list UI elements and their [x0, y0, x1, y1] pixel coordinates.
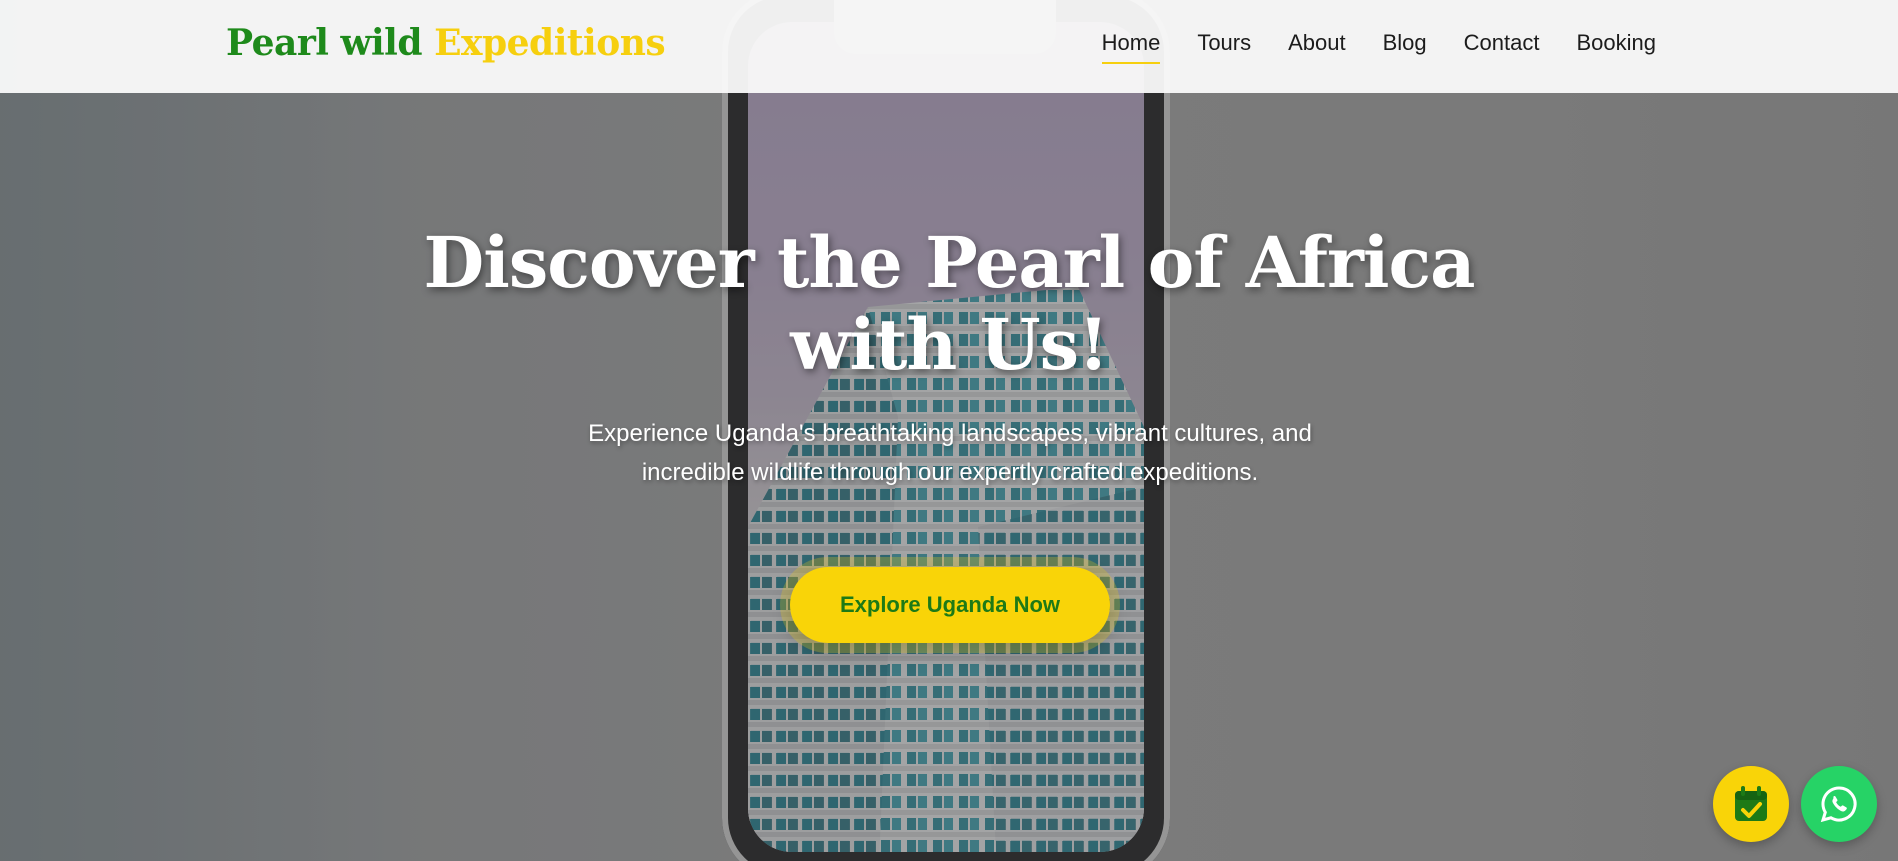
site-header: Pearl wild Expeditions Home Tours About … [0, 0, 1898, 93]
explore-uganda-button[interactable]: Explore Uganda Now [790, 567, 1110, 643]
whatsapp-icon [1820, 786, 1857, 823]
site-logo[interactable]: Pearl wild Expeditions [226, 22, 666, 64]
booking-floating-button[interactable] [1713, 766, 1789, 842]
calendar-check-icon [1735, 786, 1767, 821]
nav-about[interactable]: About [1288, 30, 1346, 64]
hero-title-line2: with Us! [790, 303, 1109, 386]
main-nav: Home Tours About Blog Contact Booking [1065, 30, 1656, 64]
hero-title: Discover the Pearl of Africa with Us! [0, 222, 1898, 386]
nav-blog[interactable]: Blog [1383, 30, 1427, 64]
logo-text-part2: Expeditions [434, 22, 666, 64]
nav-home[interactable]: Home [1101, 30, 1161, 64]
hero-title-line1: Discover the Pearl of Africa [423, 221, 1476, 304]
hero-subtitle: Experience Uganda's breathtaking landsca… [588, 420, 1312, 486]
nav-tours[interactable]: Tours [1197, 30, 1251, 64]
logo-text-part1: Pearl wild [226, 22, 423, 64]
nav-booking[interactable]: Booking [1576, 30, 1656, 64]
whatsapp-floating-button[interactable] [1801, 766, 1877, 842]
nav-contact[interactable]: Contact [1464, 30, 1540, 64]
